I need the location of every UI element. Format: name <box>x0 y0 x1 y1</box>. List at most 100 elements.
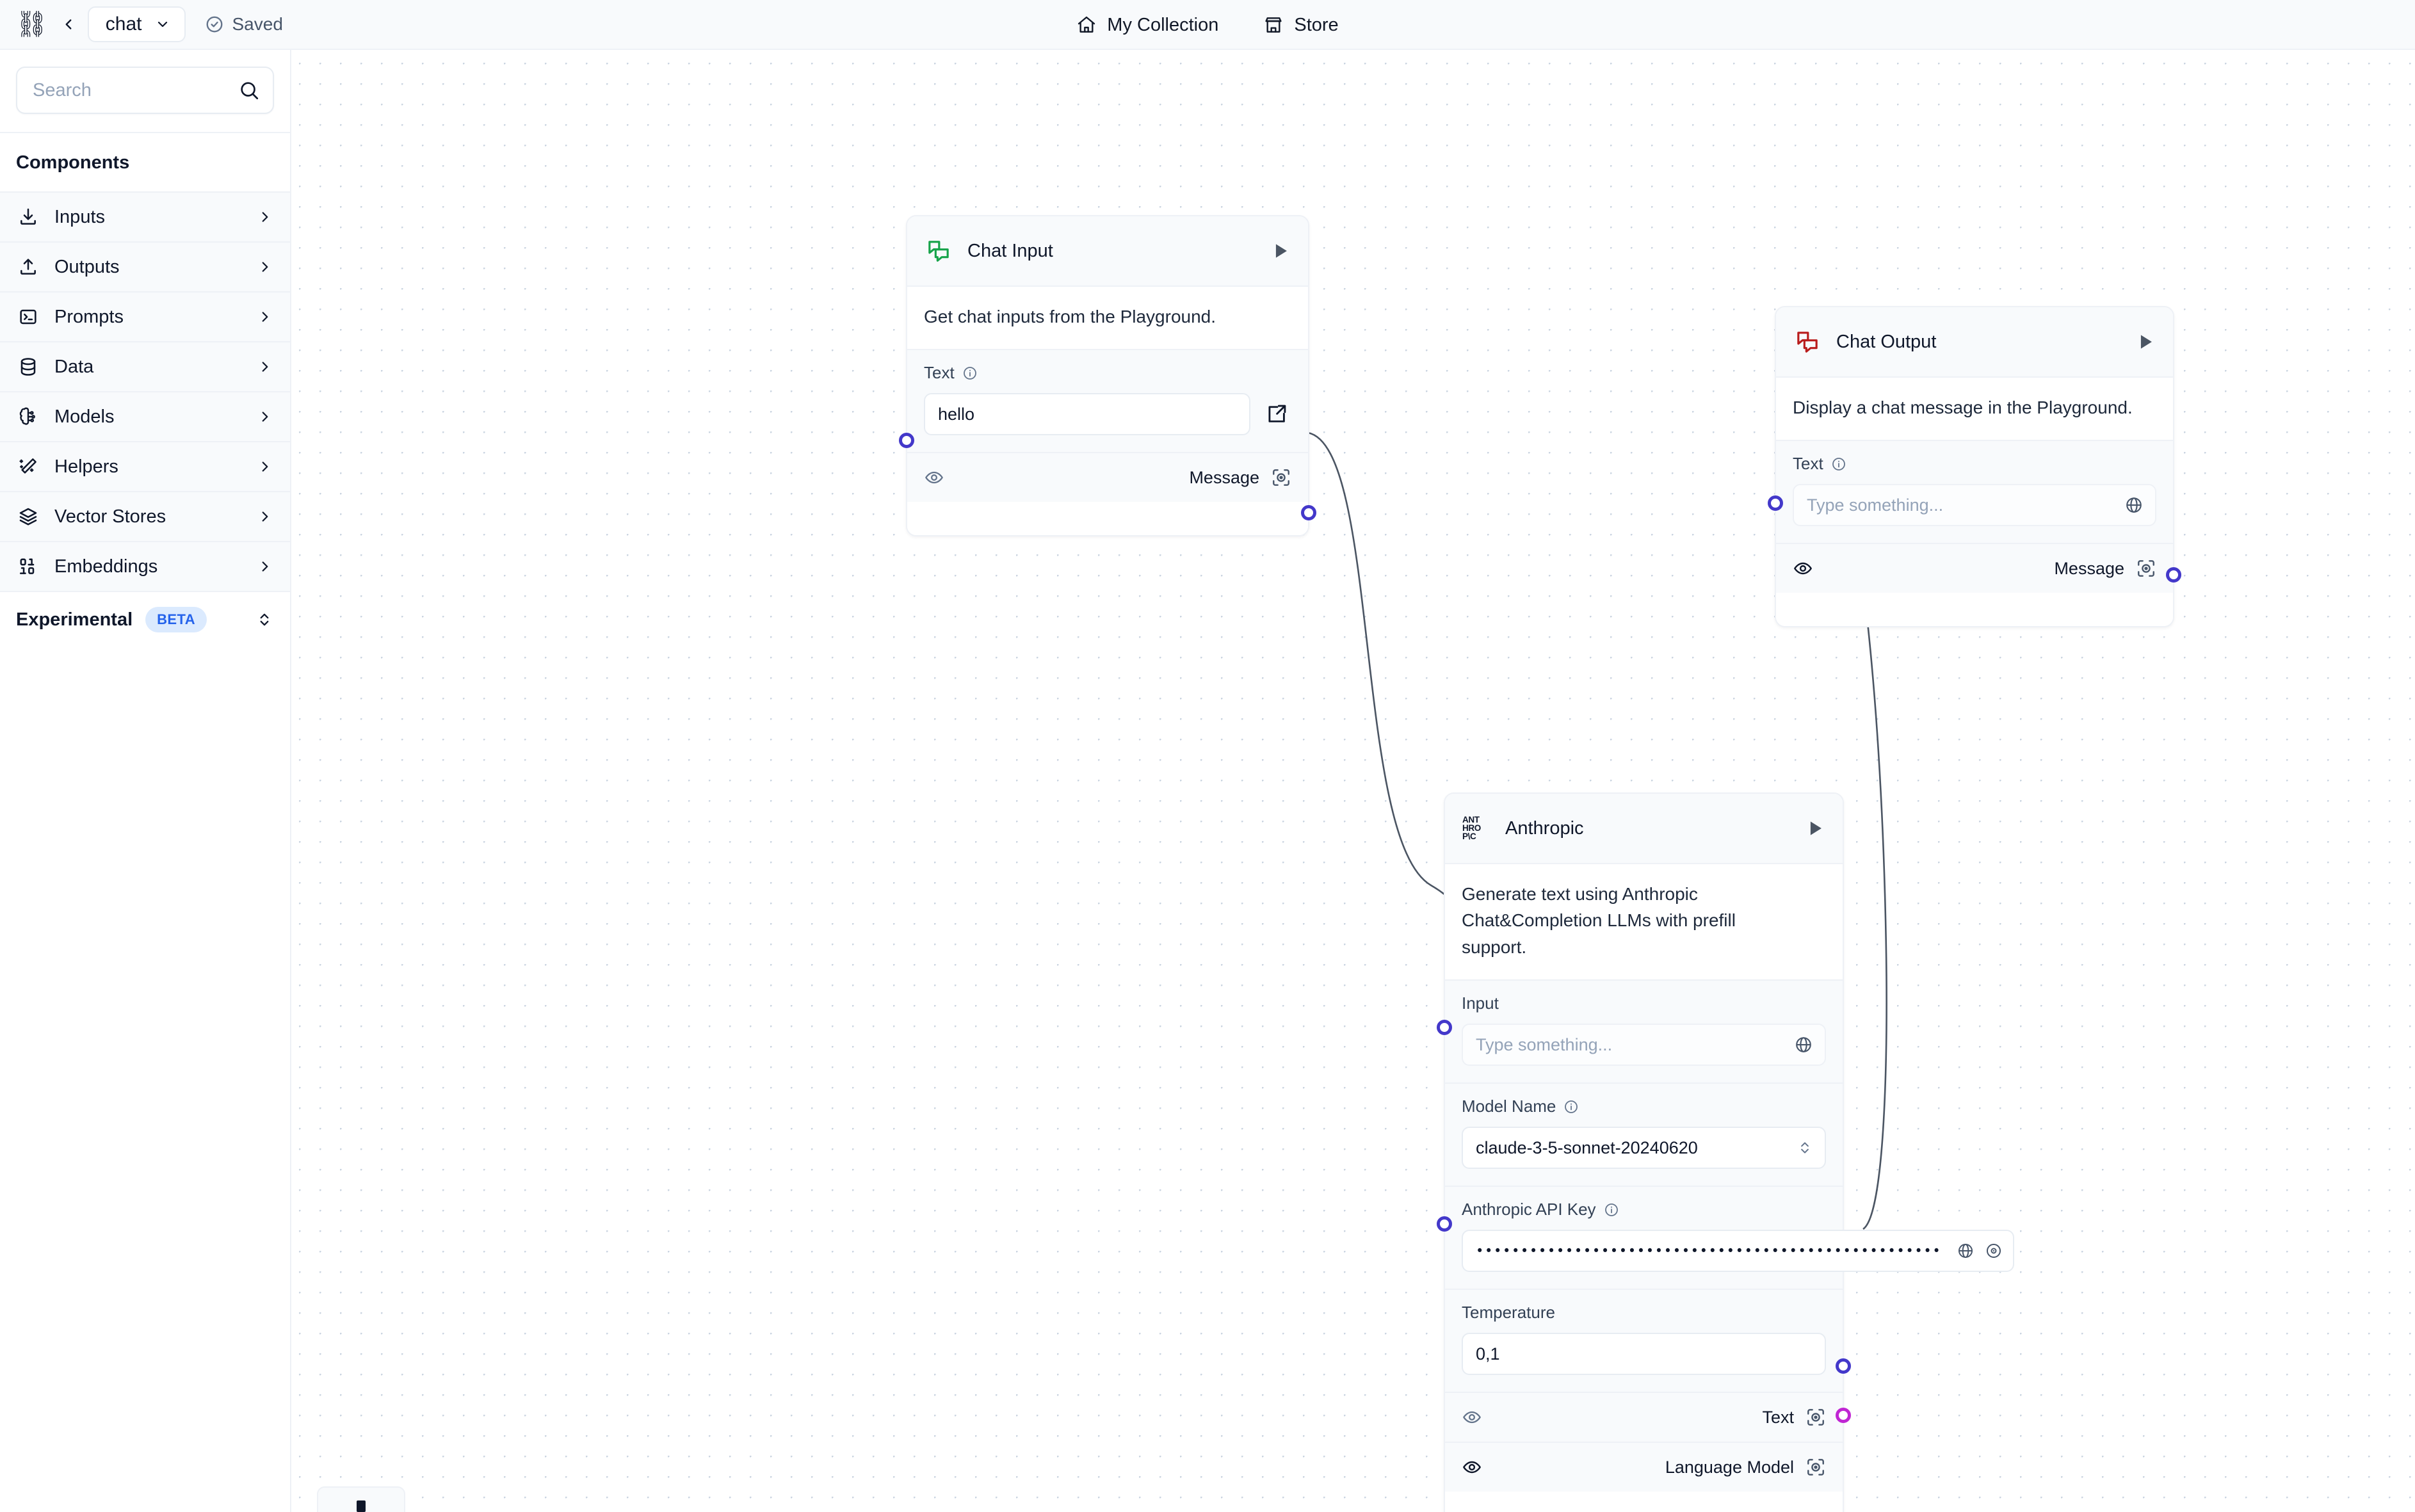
sidebar-item-inputs[interactable]: Inputs <box>0 193 290 243</box>
play-icon[interactable] <box>1270 240 1291 262</box>
node-title: Anthropic <box>1505 817 1584 839</box>
output-label: Text <box>1762 1407 1794 1427</box>
info-icon[interactable] <box>1831 456 1846 472</box>
anthropic-api-key-field[interactable]: ••••••••••••••••••••••••••••••••••••••••… <box>1462 1230 2015 1273</box>
play-icon[interactable] <box>1804 817 1826 839</box>
download-icon <box>16 207 40 227</box>
play-icon[interactable] <box>2135 331 2156 353</box>
field-control <box>1793 484 2156 527</box>
sidebar-item-outputs[interactable]: Outputs <box>0 243 290 293</box>
node-title: Chat Output <box>1836 331 1937 352</box>
scan-eye-icon[interactable] <box>1805 1407 1826 1428</box>
scan-eye-icon[interactable] <box>1271 467 1291 488</box>
handle-chat-output-message-out[interactable] <box>2166 567 2181 583</box>
anthropic-logo-icon: ANT HRO P\C <box>1462 814 1491 842</box>
model-name-select[interactable]: claude-3-5-sonnet-20240620 <box>1462 1127 1826 1170</box>
info-icon[interactable] <box>962 366 978 381</box>
search-input[interactable] <box>17 68 273 113</box>
node-chat-input[interactable]: Chat Input Get chat inputs from the Play… <box>899 215 1316 537</box>
handle-anthropic-api-key-in[interactable] <box>1437 1216 1452 1232</box>
handle-chat-input-text-in[interactable] <box>899 433 914 448</box>
chevrons-up-down-icon <box>1797 1139 1813 1156</box>
sidebar-experimental-toggle[interactable]: Experimental BETA <box>0 592 290 647</box>
nav-my-collection[interactable]: My Collection <box>1076 15 1218 36</box>
flow-name-label: chat <box>105 13 142 35</box>
chain-link-logo-icon[interactable]: ⛓ <box>15 12 48 37</box>
output-label: Message <box>1189 467 1259 487</box>
scan-eye-icon[interactable] <box>1805 1457 1826 1477</box>
langflow-app: ⛓ chat Saved My Collection Store Search … <box>0 0 2415 1512</box>
sidebar-item-vector-stores[interactable]: Vector Stores <box>0 492 290 542</box>
node-header: Chat Output <box>1776 307 2173 378</box>
handle-anthropic-input-in[interactable] <box>1437 1020 1452 1035</box>
sidebar-item-label: Models <box>54 406 115 427</box>
external-link-icon[interactable] <box>1262 399 1291 429</box>
node-anthropic[interactable]: ANT HRO P\C Anthropic Generate text usin… <box>1437 792 2015 1512</box>
node-field-text: Text <box>1776 440 2173 543</box>
node-field-model-name: Model Name claude-3-5-sonnet-20240620 <box>1445 1082 1843 1186</box>
home-icon <box>1076 15 1097 35</box>
chevrons-up-down-icon <box>255 611 273 629</box>
nav-my-collection-label: My Collection <box>1107 14 1219 35</box>
sidebar-item-prompts[interactable]: Prompts <box>0 293 290 342</box>
nav-store-label: Store <box>1294 14 1339 35</box>
field-control: claude-3-5-sonnet-20240620 <box>1462 1127 1826 1170</box>
node-field-text: Text hello <box>907 349 1308 453</box>
eye-icon[interactable] <box>1462 1457 1482 1477</box>
sidebar-item-data[interactable]: Data <box>0 342 290 392</box>
search-box[interactable] <box>16 67 274 114</box>
flow-name-dropdown[interactable]: chat <box>87 6 186 42</box>
anthropic-input-field[interactable] <box>1462 1024 1826 1066</box>
top-nav: My Collection Store <box>0 0 2415 50</box>
handle-anthropic-language-model-out[interactable] <box>1836 1408 1851 1423</box>
flow-canvas[interactable]: Chat Input Get chat inputs from the Play… <box>291 50 2415 1512</box>
scan-eye-icon[interactable] <box>2136 558 2156 579</box>
node-output-row: Message <box>907 452 1308 503</box>
chat-output-text-field[interactable] <box>1793 484 2156 527</box>
handle-chat-input-message-out[interactable] <box>1301 505 1316 520</box>
globe-icon[interactable] <box>1794 1035 1813 1054</box>
eye-icon[interactable] <box>1793 558 1813 579</box>
chevron-left-icon[interactable] <box>54 10 83 38</box>
chat-output-text-input[interactable] <box>1807 485 2142 526</box>
handle-anthropic-text-out[interactable] <box>1836 1358 1851 1374</box>
model-name-value: claude-3-5-sonnet-20240620 <box>1476 1138 1698 1157</box>
temperature-field[interactable]: 0,1 <box>1462 1333 1826 1376</box>
node-field-input: Input <box>1445 979 1843 1083</box>
sidebar-item-helpers[interactable]: Helpers <box>0 442 290 492</box>
field-control: 0,1 <box>1462 1333 1826 1376</box>
field-label: Input <box>1462 993 1499 1013</box>
sidebar-item-label: Vector Stores <box>54 506 166 527</box>
api-key-adornments <box>1957 1242 2003 1260</box>
anthropic-input-text[interactable] <box>1476 1025 1812 1065</box>
handle-chat-output-text-in[interactable] <box>1768 495 1783 511</box>
chevron-right-icon <box>257 209 273 225</box>
field-label-row: Model Name <box>1462 1097 1826 1116</box>
field-label-row: Input <box>1462 993 1826 1013</box>
chevron-right-icon <box>257 358 273 375</box>
canvas-controls-toolbar[interactable] <box>317 1486 405 1512</box>
info-icon[interactable] <box>1604 1202 1619 1218</box>
upload-icon <box>16 257 40 277</box>
info-icon[interactable] <box>1563 1099 1579 1114</box>
canvas-control-icon <box>357 1500 366 1512</box>
sidebar-item-models[interactable]: Models <box>0 392 290 442</box>
brain-circuit-icon <box>16 406 40 427</box>
search-icon <box>238 79 260 101</box>
chevron-right-icon <box>257 558 273 575</box>
globe-icon[interactable] <box>1957 1242 1975 1260</box>
globe-icon[interactable] <box>2124 495 2144 515</box>
node-chat-output[interactable]: Chat Output Display a chat message in th… <box>1768 306 2181 628</box>
chat-input-text-value: hello <box>938 404 975 424</box>
nav-store[interactable]: Store <box>1263 14 1339 36</box>
node-description: Get chat inputs from the Playground. <box>907 287 1308 350</box>
sidebar-item-embeddings[interactable]: Embeddings <box>0 542 290 592</box>
chat-input-text-field[interactable]: hello <box>924 393 1250 436</box>
wand-sparkles-icon <box>16 456 40 477</box>
terminal-icon <box>16 307 40 327</box>
eye-icon[interactable] <box>1462 1407 1482 1428</box>
eye-off-icon[interactable] <box>1985 1242 2003 1260</box>
sidebar-item-label: Prompts <box>54 306 124 327</box>
sidebar-item-label: Helpers <box>54 456 118 477</box>
eye-icon[interactable] <box>924 467 944 488</box>
